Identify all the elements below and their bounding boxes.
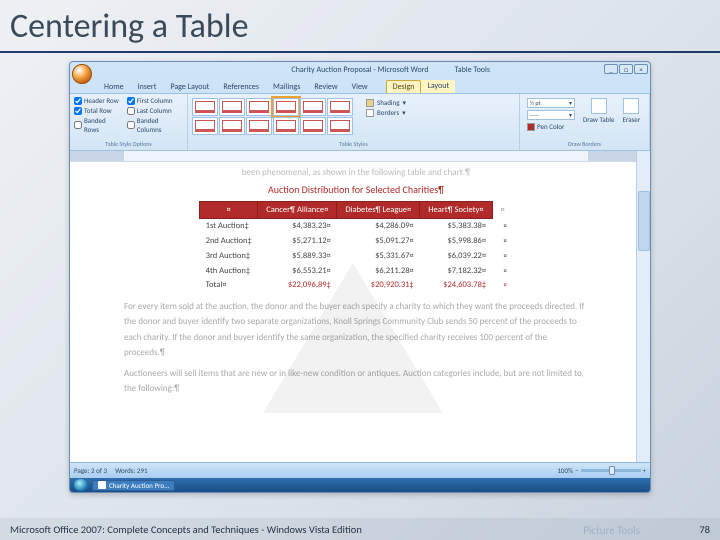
start-button[interactable]: [74, 479, 88, 491]
tab-design[interactable]: Design: [386, 80, 422, 93]
style-thumb[interactable]: [327, 98, 353, 116]
zoom-in-button[interactable]: +: [643, 466, 647, 475]
table-title: Auction Distribution for Selected Charit…: [124, 182, 588, 197]
table-styles-gallery[interactable]: [192, 96, 362, 135]
pen-color-icon: [527, 123, 535, 131]
chk-banded-rows[interactable]: Banded Rows: [74, 116, 121, 134]
style-thumb-selected[interactable]: [273, 98, 299, 116]
ribbon: Header Row Total Row Banded Rows First C…: [70, 93, 650, 151]
th-blank: ¤: [200, 201, 258, 219]
page-number: 78: [699, 523, 710, 536]
pen-style-dropdown[interactable]: ───▾: [527, 110, 575, 120]
document-area[interactable]: been phenomenal, as shown in the followi…: [70, 151, 636, 462]
shading-icon: [366, 99, 374, 107]
horizontal-ruler[interactable]: [70, 151, 636, 162]
borders-dropdown[interactable]: Borders ▾: [366, 108, 406, 117]
group-title-borders: Draw Borders: [524, 140, 645, 148]
style-thumb[interactable]: [300, 117, 326, 135]
zoom-control[interactable]: 100% − +: [557, 466, 646, 475]
tab-references[interactable]: References: [217, 81, 265, 93]
office-button[interactable]: [72, 64, 92, 84]
chk-last-column[interactable]: Last Column: [127, 106, 183, 115]
group-title-options: Table Style Options: [74, 140, 183, 148]
style-thumb[interactable]: [273, 117, 299, 135]
charity-table[interactable]: ¤ Cancer¶ Alliance¤ Diabetes¶ League¤ He…: [199, 201, 513, 294]
zoom-out-button[interactable]: −: [575, 466, 579, 475]
window-titlebar: Charity Auction Proposal - Microsoft Wor…: [70, 62, 650, 78]
chk-header-row[interactable]: Header Row: [74, 96, 121, 105]
zoom-knob[interactable]: [609, 466, 615, 475]
ribbon-tabs: Home Insert Page Layout References Maili…: [70, 78, 650, 93]
pen-weight-dropdown[interactable]: ½ pt▾: [527, 98, 575, 108]
tab-mailings[interactable]: Mailings: [267, 81, 306, 93]
table-total-row: Total¤$22,096.89‡$20,920.31‡$24,603.78‡¤: [200, 278, 513, 293]
tab-layout[interactable]: Layout: [421, 80, 455, 93]
table-row: 4th Auction‡$6,553.21¤$6,211.28¤$7,182.3…: [200, 264, 513, 279]
minimize-button[interactable]: _: [604, 64, 618, 74]
style-thumb[interactable]: [246, 117, 272, 135]
tab-page-layout[interactable]: Page Layout: [164, 81, 215, 93]
eraser-icon: [623, 98, 639, 114]
chk-total-row[interactable]: Total Row: [74, 106, 121, 115]
style-thumb[interactable]: [192, 98, 218, 116]
style-thumb[interactable]: [219, 117, 245, 135]
style-thumb[interactable]: [219, 98, 245, 116]
th-diabetes: Diabetes¶ League¤: [337, 201, 420, 219]
context-tab-title: Table Tools: [454, 65, 490, 75]
status-words[interactable]: Words: 291: [115, 466, 147, 475]
scroll-thumb[interactable]: [638, 191, 650, 251]
th-heart: Heart¶ Society¤: [420, 201, 492, 219]
document-page[interactable]: been phenomenal, as shown in the followi…: [70, 162, 636, 407]
word-icon: [98, 481, 106, 489]
th-end: ¤: [492, 201, 513, 219]
vertical-scrollbar[interactable]: [636, 151, 650, 462]
window-title: Charity Auction Proposal - Microsoft Wor…: [291, 65, 428, 75]
chk-first-column[interactable]: First Column: [127, 96, 183, 105]
th-cancer: Cancer¶ Alliance¤: [258, 201, 337, 219]
draw-table-button[interactable]: Draw Table: [580, 96, 617, 133]
body-paragraph-1: For every item sold at the auction, the …: [124, 299, 588, 360]
tab-view[interactable]: View: [346, 81, 374, 93]
title-divider: [0, 51, 720, 53]
draw-table-icon: [591, 98, 607, 114]
taskbar-item-word[interactable]: Charity Auction Pro...: [92, 480, 175, 491]
word-window: Charity Auction Proposal - Microsoft Wor…: [69, 61, 651, 493]
slide-title: Centering a Table: [0, 0, 720, 51]
status-bar: Page: 2 of 3 Words: 291 100% − +: [70, 462, 650, 478]
close-button[interactable]: ×: [634, 64, 648, 74]
zoom-percent[interactable]: 100%: [557, 466, 573, 475]
eraser-button[interactable]: Eraser: [619, 96, 643, 133]
table-row: 2nd Auction‡$5,271.12¤$5,091.27¤$5,998.8…: [200, 234, 513, 249]
tab-review[interactable]: Review: [308, 81, 343, 93]
style-thumb[interactable]: [327, 117, 353, 135]
chk-banded-columns[interactable]: Banded Columns: [127, 116, 183, 134]
tab-insert[interactable]: Insert: [132, 81, 163, 93]
style-thumb[interactable]: [246, 98, 272, 116]
table-row: 1st Auction‡$4,383.23¤$4,286.09¤$5,383.3…: [200, 219, 513, 234]
footer-text: Microsoft Office 2007: Complete Concepts…: [10, 523, 362, 536]
prev-text-tail: been phenomenal, as shown in the followi…: [124, 166, 588, 180]
group-title-styles: Table Styles: [192, 140, 515, 148]
slide-footer: Microsoft Office 2007: Complete Concepts…: [0, 518, 720, 540]
shading-dropdown[interactable]: Shading ▾: [366, 98, 406, 107]
body-paragraph-2: Auctioneers will sell items that are new…: [124, 366, 588, 397]
pen-color-dropdown[interactable]: Pen Color: [527, 122, 575, 131]
style-thumb[interactable]: [300, 98, 326, 116]
maximize-button[interactable]: □: [619, 64, 633, 74]
table-row: 3rd Auction‡$5,889.33¤$5,331.67¤$6,039.2…: [200, 249, 513, 264]
tab-home[interactable]: Home: [98, 81, 130, 93]
status-page[interactable]: Page: 2 of 3: [74, 466, 107, 475]
footer-ghost-text: Picture Tools: [583, 524, 640, 537]
style-thumb[interactable]: [192, 117, 218, 135]
vista-taskbar: Charity Auction Pro...: [70, 478, 650, 492]
zoom-slider[interactable]: [581, 469, 641, 472]
borders-icon: [366, 109, 374, 117]
